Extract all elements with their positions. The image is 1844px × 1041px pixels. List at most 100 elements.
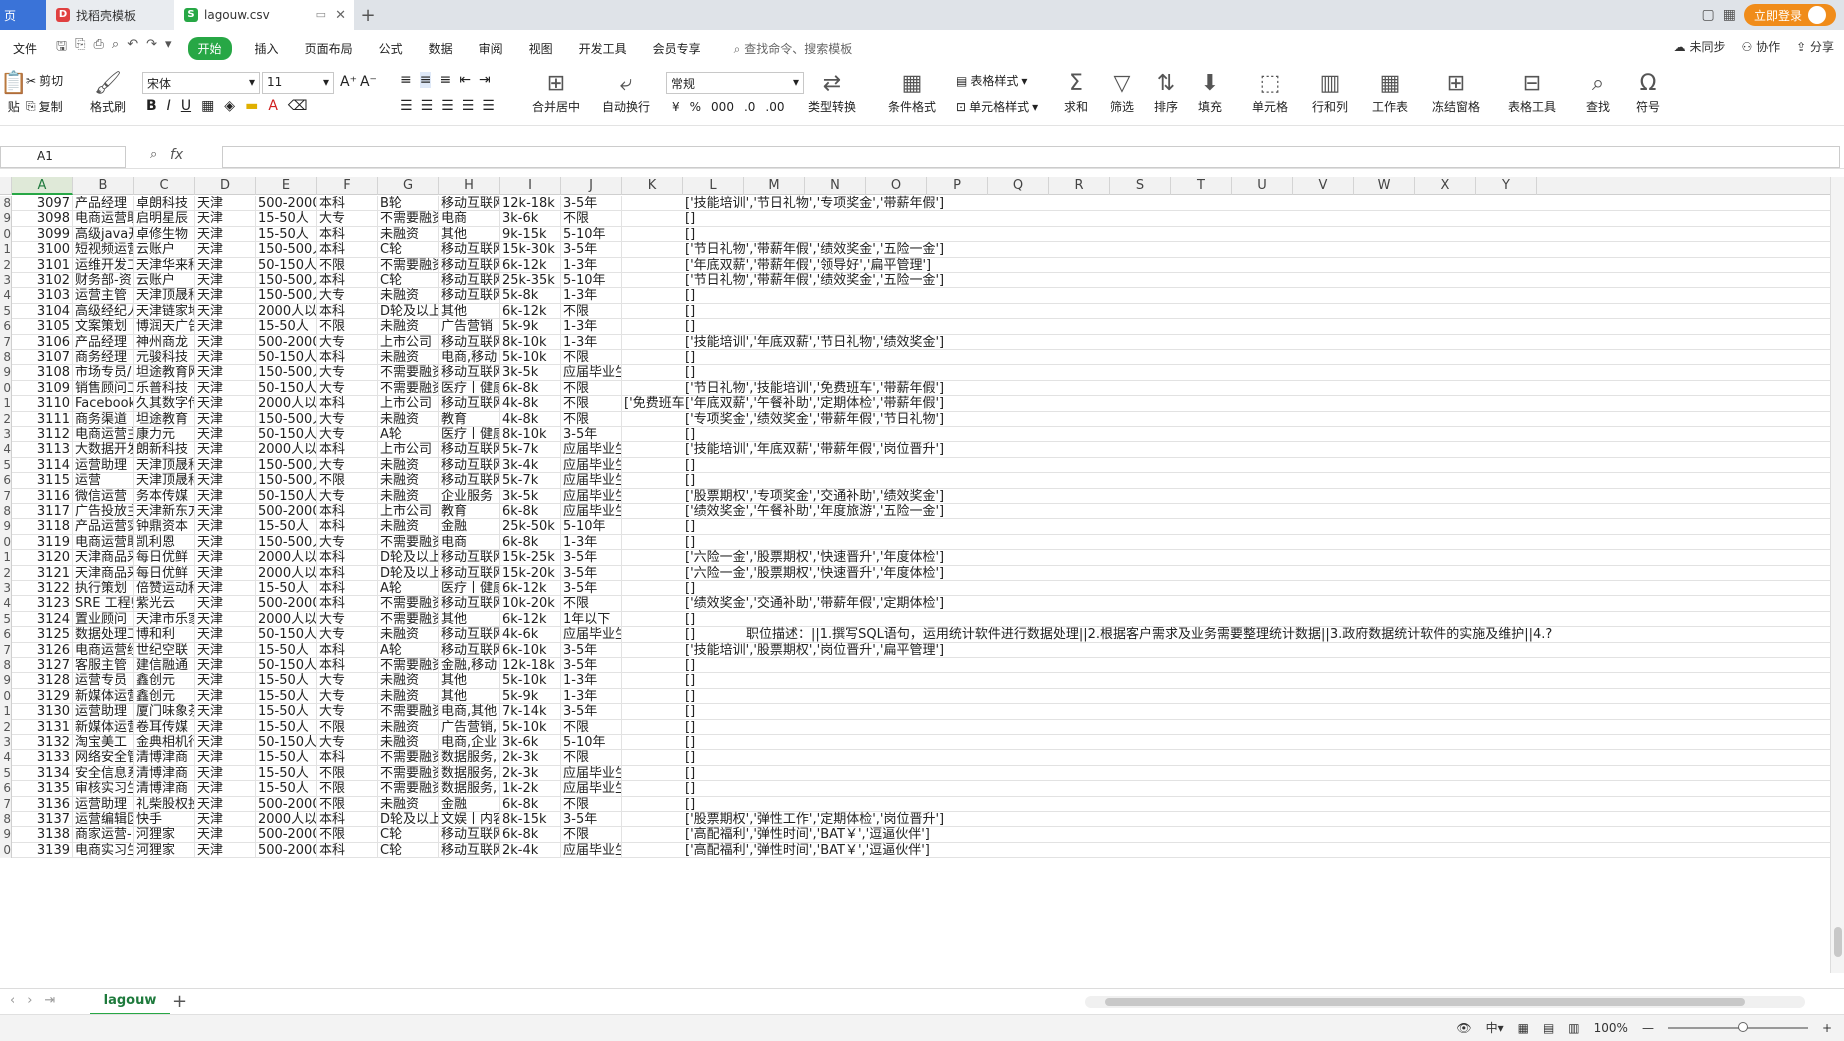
cell-a[interactable]: 3121 <box>12 565 73 581</box>
cell-i[interactable]: 12k-18k <box>500 658 561 674</box>
cell-g[interactable]: 不需要融资 <box>378 704 439 720</box>
cell-h[interactable]: 移动互联网 <box>439 196 500 212</box>
cell-i[interactable]: 6k-12k <box>500 611 561 628</box>
cell-l[interactable]: ['股票期权','专项奖金','交通补助','绩效奖金'] <box>683 489 944 504</box>
row-header[interactable]: 6 <box>0 473 12 489</box>
cell-h[interactable]: 医疗丨健康 <box>439 380 500 397</box>
cell-b[interactable]: 淘宝美工 <box>73 735 134 751</box>
cell-c[interactable]: 紫光云 <box>134 596 195 612</box>
cell-l[interactable]: [] <box>683 473 695 488</box>
cell-l[interactable]: ['高配福利','弹性时间','BAT￥','逗逼伙伴'] <box>683 827 930 842</box>
cell-d[interactable]: 天津 <box>195 688 256 705</box>
cell-i[interactable]: 5k-9k <box>500 688 561 705</box>
cell-g[interactable]: C轮 <box>378 827 439 843</box>
row-header[interactable]: 5 <box>0 303 12 320</box>
cell-b[interactable]: 天津商品采 <box>73 550 134 566</box>
cell-g[interactable]: 不需要融资 <box>378 596 439 612</box>
cell-d[interactable]: 天津 <box>195 211 256 227</box>
cell-h[interactable]: 数据服务, <box>439 750 500 766</box>
command-search[interactable]: ⌕ 查找命令、搜索模板 <box>734 40 853 57</box>
cell-d[interactable]: 天津 <box>195 504 256 520</box>
cell-i[interactable]: 10k-20k <box>500 596 561 612</box>
cell-d[interactable]: 天津 <box>195 611 256 628</box>
cell-b[interactable]: 文案策划 <box>73 319 134 335</box>
row-header[interactable]: 2 <box>0 257 12 273</box>
column-header-n[interactable]: N <box>805 177 866 195</box>
cell-c[interactable]: 朗新科技 <box>134 442 195 458</box>
cell-h[interactable]: 企业服务 <box>439 488 500 504</box>
cell-b[interactable]: 运营编辑区 <box>73 812 134 828</box>
cell-b[interactable]: 高级经纪人 <box>73 303 134 320</box>
cell-f[interactable]: 大专 <box>317 411 378 427</box>
cell-i[interactable]: 4k-8k <box>500 411 561 427</box>
cell-c[interactable]: 天津顶晟科 <box>134 288 195 304</box>
cell-i[interactable]: 3k-6k <box>500 211 561 227</box>
cell-k[interactable] <box>622 673 683 688</box>
new-tab-button[interactable]: + <box>354 0 382 30</box>
cell-c[interactable]: 乐普科技 <box>134 380 195 397</box>
cell-f[interactable]: 本科 <box>317 842 378 859</box>
row-header[interactable]: 0 <box>0 380 12 397</box>
align-left-icon[interactable]: ☰ <box>400 98 413 114</box>
cell-j[interactable]: 应届毕业生 <box>561 781 622 797</box>
column-header-x[interactable]: X <box>1415 177 1476 195</box>
cell-j[interactable]: 应届毕业生 <box>561 473 622 489</box>
cell-k[interactable] <box>622 797 683 812</box>
row-header[interactable]: 7 <box>0 334 12 350</box>
cell-k[interactable] <box>622 750 683 765</box>
cell-j[interactable]: 不限 <box>561 380 622 397</box>
cell-i[interactable]: 6k-10k <box>500 642 561 658</box>
cell-i[interactable]: 25k-50k <box>500 519 561 535</box>
cell-e[interactable]: 15-50人 <box>256 704 317 720</box>
cell-l[interactable]: ['高配福利','弹性时间','BAT￥','逗逼伙伴'] <box>683 843 930 858</box>
row-header[interactable]: 9 <box>0 673 12 689</box>
cell-i[interactable]: 8k-10k <box>500 427 561 443</box>
cell-a[interactable]: 3127 <box>12 658 73 674</box>
cell-l[interactable]: ['股票期权','弹性工作','定期体检','岗位晋升'] <box>683 812 944 827</box>
cell-j[interactable]: 5-10年 <box>561 273 622 289</box>
cell-c[interactable]: 康力元 <box>134 427 195 443</box>
row-header[interactable]: 9 <box>0 827 12 843</box>
row-header[interactable]: 3 <box>0 735 12 751</box>
cell-c[interactable]: 久其数字传 <box>134 396 195 412</box>
cell-e[interactable]: 50-150人 <box>256 350 317 366</box>
menu-file[interactable]: 文件 <box>0 40 50 57</box>
cell-h[interactable]: 移动互联网 <box>439 827 500 843</box>
cell-k[interactable] <box>622 473 683 488</box>
cell-k[interactable] <box>622 458 683 473</box>
cell-l[interactable]: [] <box>683 735 695 750</box>
cell-f[interactable]: 本科 <box>317 550 378 566</box>
italic-icon[interactable]: I <box>167 98 171 114</box>
font-grow-icon[interactable]: A⁺ <box>340 74 357 90</box>
cell-l[interactable]: [] <box>683 365 695 380</box>
border-icon[interactable]: ▦ <box>201 98 214 114</box>
cell-a[interactable]: 3104 <box>12 303 73 320</box>
chevron-left-icon[interactable]: ‹ <box>10 993 15 1008</box>
cell-c[interactable]: 鑫创元 <box>134 688 195 705</box>
cell-d[interactable]: 天津 <box>195 765 256 782</box>
cell-e[interactable]: 15-50人 <box>256 642 317 658</box>
cell-g[interactable]: D轮及以上 <box>378 565 439 581</box>
cell-e[interactable]: 15-50人 <box>256 519 317 535</box>
cell-k[interactable] <box>622 412 683 427</box>
zoom-in-icon[interactable]: + <box>1822 1021 1832 1035</box>
auto-wrap-button[interactable]: ⤶ 自动换行 <box>602 70 650 115</box>
paste-button[interactable]: 📋 贴 <box>0 70 27 115</box>
cell-d[interactable]: 天津 <box>195 196 256 212</box>
cell-c[interactable]: 坦途教育网 <box>134 365 195 381</box>
column-header-v[interactable]: V <box>1293 177 1354 195</box>
cell-h[interactable]: 教育 <box>439 411 500 427</box>
cell-l[interactable]: ['技能培训','股票期权','岗位晋升','扁平管理'] <box>683 643 944 658</box>
cell-h[interactable]: 其他 <box>439 303 500 320</box>
cell-b[interactable]: 客服主管 <box>73 658 134 674</box>
cell-h[interactable]: 移动互联网 <box>439 334 500 350</box>
cell-l[interactable]: [] <box>683 211 695 226</box>
column-header-f[interactable]: F <box>317 177 378 195</box>
cell-f[interactable]: 本科 <box>317 642 378 658</box>
cell-b[interactable]: 产品经理（ <box>73 196 134 212</box>
cell-b[interactable]: 商务经理 <box>73 350 134 366</box>
cell-e[interactable]: 15-50人 <box>256 581 317 597</box>
cell-d[interactable]: 天津 <box>195 581 256 597</box>
cell-j[interactable]: 3-5年 <box>561 196 622 212</box>
cell-k[interactable] <box>622 720 683 735</box>
